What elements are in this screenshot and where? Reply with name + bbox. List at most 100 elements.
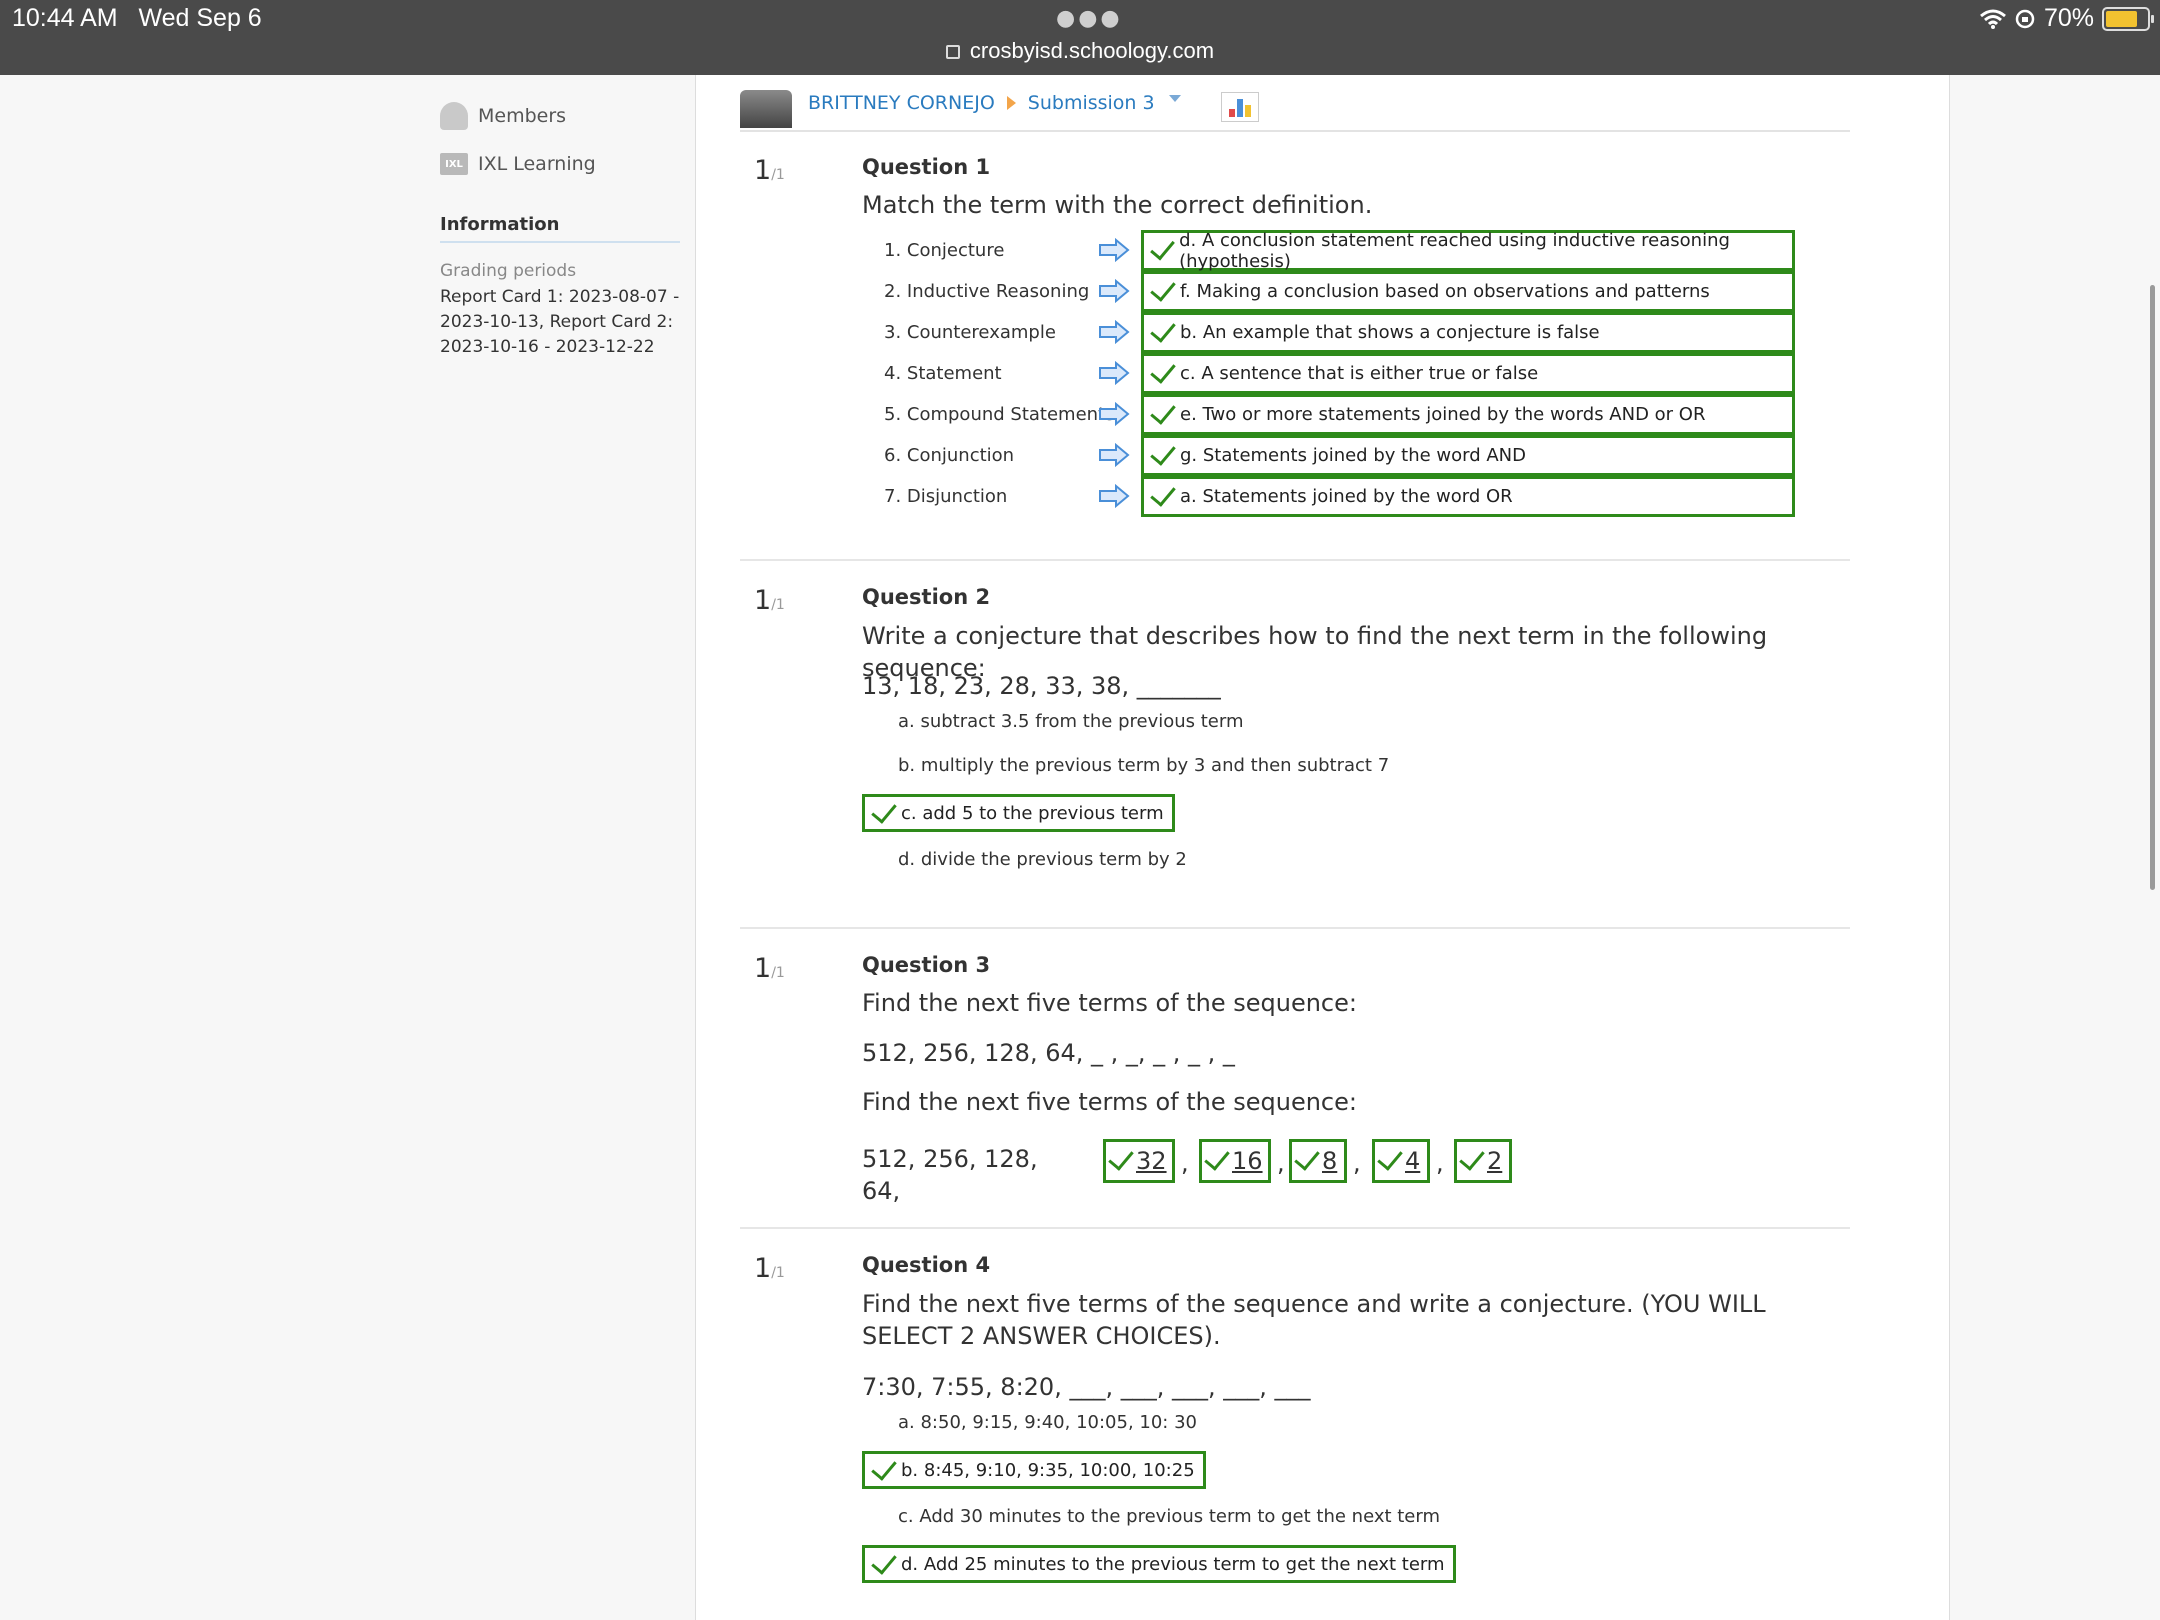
- matching-term: 3. Counterexample: [884, 322, 1056, 343]
- checkmark-icon: [1150, 480, 1176, 507]
- matching-term: 4. Statement: [884, 363, 1002, 384]
- fill-in-answer-box: 2: [1454, 1139, 1512, 1183]
- checkmark-icon: [871, 1453, 897, 1481]
- sidebar-item-label: IXL Learning: [478, 153, 596, 175]
- question-prompt: Find the next five terms of the sequence…: [862, 1290, 1766, 1350]
- checkmark-icon: [871, 1547, 897, 1575]
- separator: ,: [1277, 1149, 1285, 1177]
- question-prompt: Find the next five terms of the sequence…: [862, 1088, 1357, 1116]
- status-icons: 70%: [1979, 4, 2154, 33]
- checkmark-icon: [1459, 1143, 1485, 1171]
- breadcrumb-arrow-icon: [1006, 95, 1016, 110]
- question-title: Question 2: [862, 585, 991, 609]
- sidebar-item-members[interactable]: Members: [440, 92, 680, 140]
- arrow-right-icon: [1099, 320, 1130, 344]
- arrow-right-icon: [1099, 238, 1130, 262]
- question-score: 1/1: [754, 953, 785, 984]
- question-title: Question 1: [862, 155, 991, 179]
- matching-answer: c. A sentence that is either true or fal…: [1141, 353, 1795, 394]
- question-sequence: 512, 256, 128, 64, _ , _, _ , _ , _: [862, 1039, 1235, 1067]
- answer-value: 16: [1232, 1147, 1263, 1175]
- submission-panel: BRITTNEY CORNEJO Submission 3 1/1 Questi…: [695, 75, 1950, 1620]
- matching-row: 5. Compound Statements e. Two or more sta…: [862, 394, 1795, 435]
- question-score: 1/1: [754, 585, 785, 616]
- checkmark-icon: [1150, 357, 1176, 384]
- matching-row: 1. Conjecture d. A conclusion statement r…: [862, 230, 1795, 272]
- browser-status-bar: 10:44 AM Wed Sep 6 ●●● crosbyisd.schoolo…: [0, 0, 2160, 75]
- grading-periods-text: Report Card 1: 2023-08-07 - 2023-10-13, …: [440, 287, 680, 357]
- matching-row: 2. Inductive Reasoning f. Making a conclu…: [862, 271, 1795, 312]
- information-heading: Information: [440, 214, 680, 243]
- checkmark-icon: [1150, 275, 1176, 302]
- student-name-link[interactable]: BRITTNEY CORNEJO: [808, 92, 995, 114]
- matching-term: 5. Compound Statements: [884, 404, 1115, 425]
- arrow-right-icon: [1099, 443, 1130, 467]
- answer-choice: b. multiply the previous term by 3 and t…: [898, 755, 1390, 776]
- checkmark-icon: [1294, 1143, 1320, 1171]
- question-score: 1/1: [754, 1253, 785, 1284]
- answer-value: 4: [1405, 1147, 1421, 1175]
- answer-value: 8: [1322, 1147, 1338, 1175]
- submission-selector[interactable]: Submission 3: [1028, 92, 1155, 114]
- matching-answer: a. Statements joined by the word OR: [1141, 476, 1795, 517]
- matching-term: 2. Inductive Reasoning: [884, 281, 1090, 302]
- question-prompt: Match the term with the correct definiti…: [862, 191, 1373, 219]
- status-time: 10:44 AM Wed Sep 6: [12, 4, 262, 32]
- matching-term: 7. Disjunction: [884, 486, 1008, 507]
- answer-choice: c. Add 30 minutes to the previous term t…: [898, 1506, 1441, 1527]
- divider: [740, 1227, 1850, 1229]
- url-text: crosbyisd.schoology.com: [969, 38, 1215, 63]
- answer-choice: a. subtract 3.5 from the previous term: [898, 711, 1244, 732]
- selected-correct-choice: b. 8:45, 9:10, 9:35, 10:00, 10:25: [862, 1451, 1206, 1489]
- matching-row: 3. Counterexample b. An example that show…: [862, 312, 1795, 353]
- battery-percent: 70%: [2043, 4, 2094, 32]
- sidebar-item-label: Members: [478, 105, 567, 127]
- address-bar[interactable]: crosbyisd.schoology.com: [0, 38, 2160, 64]
- checkmark-icon: [1204, 1143, 1230, 1171]
- matching-answer: b. An example that shows a conjecture is…: [1141, 312, 1795, 353]
- scrollbar[interactable]: [2150, 285, 2155, 890]
- sidebar-item-ixl-learning[interactable]: IXL IXL Learning: [440, 140, 680, 188]
- arrow-right-icon: [1099, 484, 1130, 508]
- checkmark-icon: [871, 796, 897, 824]
- checkmark-icon: [1150, 316, 1176, 343]
- matching-answer: g. Statements joined by the word AND: [1141, 435, 1795, 476]
- more-dots-icon[interactable]: ●●●: [1056, 6, 1123, 31]
- divider: [740, 927, 1850, 929]
- question-sequence: 13, 18, 23, 28, 33, 38, _______: [862, 672, 1221, 700]
- selected-correct-choice: d. Add 25 minutes to the previous term t…: [862, 1545, 1456, 1583]
- separator: ,: [1353, 1149, 1361, 1177]
- matching-row: 4. Statement c. A sentence that is either…: [862, 353, 1795, 394]
- lock-icon: [945, 45, 960, 59]
- fill-in-answer-box: 16: [1199, 1139, 1271, 1183]
- arrow-right-icon: [1099, 402, 1130, 426]
- fill-in-answer-box: 8: [1289, 1139, 1347, 1183]
- members-icon: [440, 102, 468, 130]
- checkmark-icon: [1150, 234, 1175, 261]
- orientation-lock-icon: [2015, 9, 2035, 28]
- checkmark-icon: [1108, 1143, 1134, 1171]
- matching-answer: e. Two or more statements joined by the …: [1141, 394, 1795, 435]
- question-sequence: 512, 256, 128, 64,: [862, 1145, 1038, 1205]
- question-sequence: 7:30, 7:55, 8:20, ___, ___, ___, ___, __…: [862, 1373, 1311, 1401]
- matching-answer: d. A conclusion statement reached using …: [1141, 230, 1795, 272]
- bar-chart-icon[interactable]: [1220, 91, 1259, 122]
- chevron-down-icon[interactable]: [1168, 95, 1181, 102]
- answer-choice: d. divide the previous term by 2: [898, 849, 1187, 870]
- fill-in-answer-box: 4: [1372, 1139, 1430, 1183]
- fill-in-answer-box: 32: [1103, 1139, 1175, 1183]
- matching-term: 1. Conjecture: [884, 240, 1005, 261]
- question-title: Question 3: [862, 953, 991, 977]
- arrow-right-icon: [1099, 361, 1130, 385]
- wifi-icon: [1979, 9, 2006, 29]
- question-score: 1/1: [754, 155, 785, 186]
- course-sidebar: Members IXL IXL Learning Information Gra…: [440, 75, 680, 360]
- answer-value: 2: [1487, 1147, 1503, 1175]
- selected-correct-choice: c. add 5 to the previous term: [862, 794, 1175, 832]
- question-title: Question 4: [862, 1253, 991, 1277]
- checkmark-icon: [1150, 439, 1176, 466]
- matching-row: 6. Conjunction g. Statements joined by th…: [862, 435, 1795, 476]
- separator: ,: [1436, 1149, 1444, 1177]
- answer-value: 32: [1136, 1147, 1167, 1175]
- matching-term: 6. Conjunction: [884, 445, 1015, 466]
